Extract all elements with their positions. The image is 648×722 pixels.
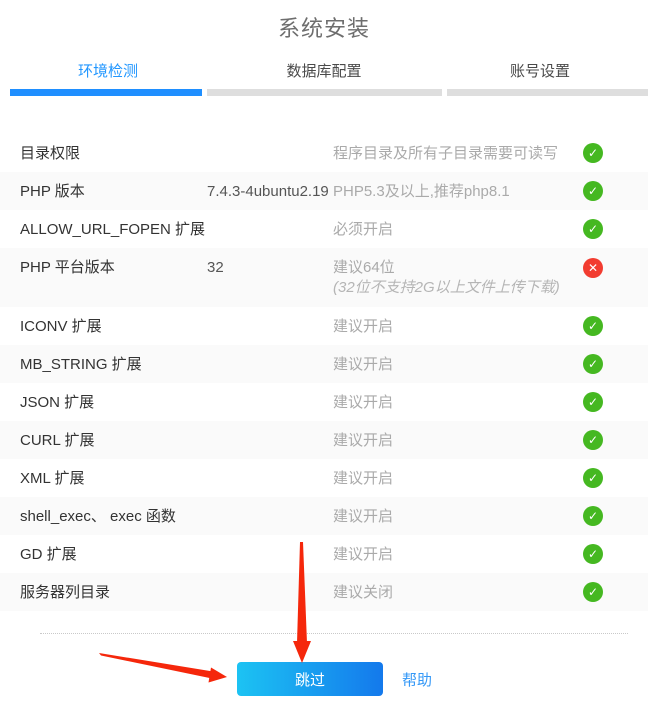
check-label: PHP 版本 (20, 182, 207, 201)
install-wizard-page: 系统安装 环境检测 数据库配置 账号设置 目录权限 程序目录及所有子目录需要可读… (0, 14, 648, 722)
check-requirement-text: 建议开启 (333, 317, 583, 336)
check-requirement-text: 程序目录及所有子目录需要可读写 (333, 144, 583, 163)
check-requirement: 建议开启 (333, 507, 583, 526)
check-note: (32位不支持2G以上文件上传下载) (333, 278, 583, 297)
check-circle-icon (583, 392, 603, 412)
check-requirement-text: 建议关闭 (333, 583, 583, 602)
check-requirement: 建议开启 (333, 317, 583, 336)
check-label: MB_STRING 扩展 (20, 355, 207, 374)
check-value: 7.4.3-4ubuntu2.19 (207, 182, 333, 201)
check-requirement: 建议关闭 (333, 583, 583, 602)
x-circle-icon (583, 258, 603, 278)
check-label: GD 扩展 (20, 545, 207, 564)
check-requirement: 建议64位 (32位不支持2G以上文件上传下载) (333, 258, 583, 297)
check-requirement-text: 建议开启 (333, 469, 583, 488)
wizard-progress-bar (10, 89, 648, 96)
check-label: ICONV 扩展 (20, 317, 207, 336)
check-requirement-text: 建议64位 (333, 258, 583, 277)
tab-account-settings[interactable]: 账号设置 (432, 60, 648, 84)
check-label: 服务器列目录 (20, 583, 207, 602)
check-requirement-text: PHP5.3及以上,推荐php8.1 (333, 182, 583, 201)
check-requirement: 建议开启 (333, 393, 583, 412)
check-circle-icon (583, 181, 603, 201)
check-circle-icon (583, 316, 603, 336)
wizard-tabs: 环境检测 数据库配置 账号设置 (0, 60, 648, 84)
check-label: JSON 扩展 (20, 393, 207, 412)
check-row: PHP 版本 7.4.3-4ubuntu2.19 PHP5.3及以上,推荐php… (0, 172, 648, 210)
check-label: CURL 扩展 (20, 431, 207, 450)
check-row: 服务器列目录 建议关闭 (0, 573, 648, 611)
check-requirement: 必须开启 (333, 220, 583, 239)
check-row: XML 扩展 建议开启 (0, 459, 648, 497)
check-label: shell_exec、 exec 函数 (20, 507, 207, 526)
check-row: ALLOW_URL_FOPEN 扩展 必须开启 (0, 210, 648, 248)
page-title: 系统安装 (0, 14, 648, 44)
check-requirement-text: 必须开启 (333, 220, 583, 239)
check-row: shell_exec、 exec 函数 建议开启 (0, 497, 648, 535)
check-value: 32 (207, 258, 333, 277)
check-circle-icon (583, 544, 603, 564)
progress-segment (207, 89, 442, 96)
check-label: PHP 平台版本 (20, 258, 207, 277)
footer: 跳过 帮助 (0, 662, 648, 696)
check-requirement-text: 建议开启 (333, 507, 583, 526)
check-circle-icon (583, 506, 603, 526)
check-circle-icon (583, 468, 603, 488)
check-requirement: 建议开启 (333, 469, 583, 488)
check-requirement-text: 建议开启 (333, 355, 583, 374)
skip-button[interactable]: 跳过 (237, 662, 383, 696)
check-circle-icon (583, 354, 603, 374)
check-requirement: 建议开启 (333, 545, 583, 564)
check-row: 目录权限 程序目录及所有子目录需要可读写 (0, 134, 648, 172)
check-requirement-text: 建议开启 (333, 545, 583, 564)
check-row: JSON 扩展 建议开启 (0, 383, 648, 421)
tab-environment-check[interactable]: 环境检测 (0, 60, 216, 84)
check-label: XML 扩展 (20, 469, 207, 488)
check-row: GD 扩展 建议开启 (0, 535, 648, 573)
check-label: ALLOW_URL_FOPEN 扩展 (20, 220, 207, 239)
environment-check-table: 目录权限 程序目录及所有子目录需要可读写 PHP 版本 7.4.3-4ubunt… (0, 134, 648, 611)
check-row: ICONV 扩展 建议开启 (0, 307, 648, 345)
progress-segment (447, 89, 648, 96)
check-requirement-text: 建议开启 (333, 431, 583, 450)
check-circle-icon (583, 430, 603, 450)
footer-divider (40, 633, 628, 634)
check-circle-icon (583, 219, 603, 239)
check-row: CURL 扩展 建议开启 (0, 421, 648, 459)
check-requirement-text: 建议开启 (333, 393, 583, 412)
check-requirement: PHP5.3及以上,推荐php8.1 (333, 182, 583, 201)
check-circle-icon (583, 582, 603, 602)
check-label: 目录权限 (20, 144, 207, 163)
check-row: PHP 平台版本 32 建议64位 (32位不支持2G以上文件上传下载) (0, 248, 648, 307)
tab-database-config[interactable]: 数据库配置 (216, 60, 432, 84)
progress-segment-active (10, 89, 202, 96)
check-circle-icon (583, 143, 603, 163)
check-requirement: 建议开启 (333, 355, 583, 374)
check-requirement: 建议开启 (333, 431, 583, 450)
check-row: MB_STRING 扩展 建议开启 (0, 345, 648, 383)
help-link[interactable]: 帮助 (402, 669, 432, 690)
check-requirement: 程序目录及所有子目录需要可读写 (333, 144, 583, 163)
